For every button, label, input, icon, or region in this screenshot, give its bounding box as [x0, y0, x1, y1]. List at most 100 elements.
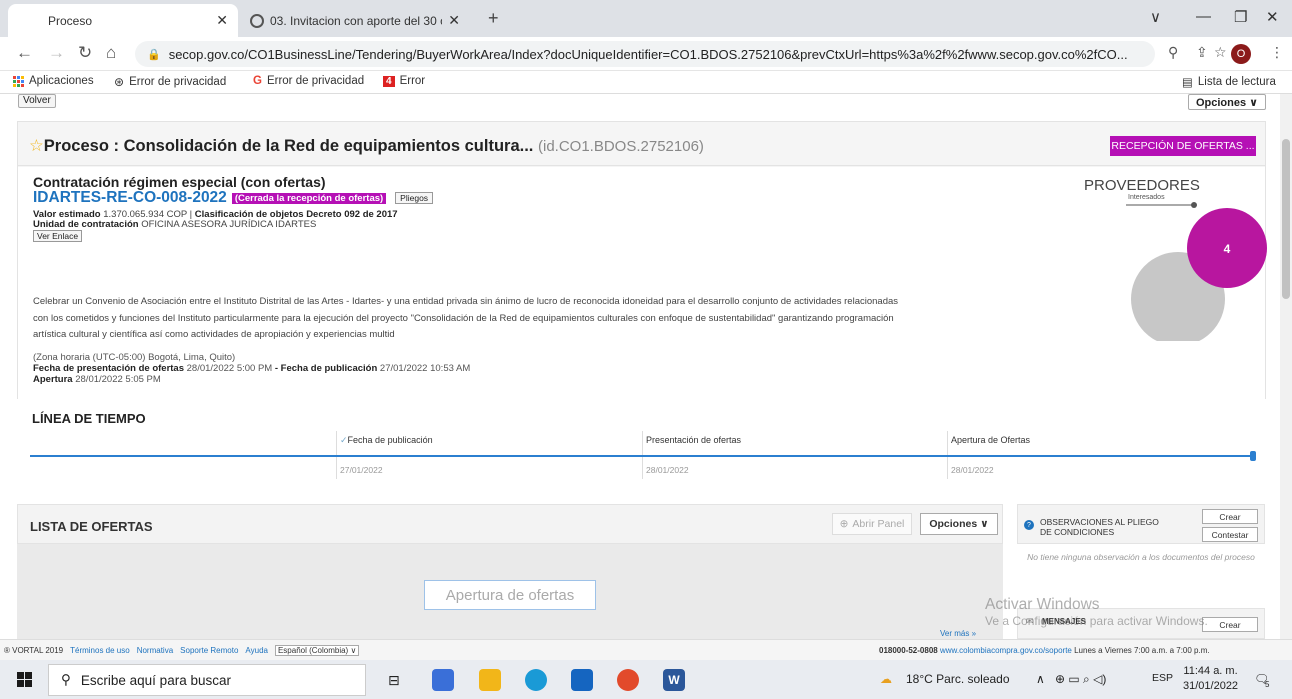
close-icon[interactable]: ✕	[448, 12, 460, 29]
opciones-lista-button[interactable]: Opciones ∨	[920, 513, 998, 535]
timeline-step-date: 28/01/2022	[951, 465, 994, 475]
new-tab-button[interactable]: +	[488, 8, 499, 29]
process-description: Celebrar un Convenio de Asociación entre…	[33, 296, 899, 340]
publicacion-label: Fecha de publicación	[280, 363, 378, 374]
publicacion-value: 27/01/2022 10:53 AM	[379, 363, 471, 374]
tab-invitacion[interactable]: 03. Invitacion con aporte del 30 c ✕	[240, 4, 470, 37]
pliegos-button[interactable]: Pliegos	[395, 192, 434, 204]
scrollbar-thumb[interactable]	[1282, 139, 1290, 299]
google-icon: G	[253, 75, 262, 87]
tray-icons[interactable]: ⊕ ▭ ⌕ ◁)	[1055, 672, 1106, 687]
close-icon[interactable]: ✕	[216, 12, 228, 29]
process-title-text: Proceso : Consolidación de la Red de equ…	[43, 137, 534, 155]
step-label-text: Fecha de publicación	[347, 435, 433, 445]
back-button[interactable]: ←	[16, 43, 33, 63]
proveedores-title: PROVEEDORES	[1084, 177, 1200, 194]
bookmark-error-1[interactable]: ⊛ Error de privacidad	[114, 75, 226, 89]
url-field[interactable]: 🔒 secop.gov.co/CO1BusinessLine/Tendering…	[135, 41, 1155, 67]
bookmark-error-2[interactable]: G Error de privacidad	[253, 75, 364, 87]
timeline-marker	[1250, 451, 1256, 461]
volver-button[interactable]: Volver	[18, 94, 56, 108]
timezone: (Zona horaria (UTC-05:00) Bogotá, Lima, …	[33, 352, 236, 363]
apertura-label: Apertura	[33, 374, 73, 385]
process-title: ☆Proceso : Consolidación de la Red de eq…	[29, 136, 704, 156]
browser-tab-bar: Proceso ✕ 03. Invitacion con aporte del …	[0, 0, 1292, 37]
bookmark-label: Aplicaciones	[29, 75, 94, 87]
reference-status: (Cerrada la recepción de ofertas)	[231, 192, 387, 204]
footer-support-link[interactable]: www.colombiacompra.gov.co/soporte	[940, 646, 1072, 655]
clock-date: 31/01/2022	[1183, 680, 1239, 692]
ver-mas-link[interactable]: Ver más »	[940, 629, 976, 638]
process-card: ☆Proceso : Consolidación de la Red de eq…	[17, 121, 1267, 399]
watermark-line2: Ve a Configuración para activar Windows.	[985, 614, 1208, 628]
minimize-button[interactable]: —	[1196, 8, 1211, 25]
observaciones-header: ? OBSERVACIONES AL PLIEGO DE CONDICIONES…	[1017, 504, 1265, 544]
page-scrollbar[interactable]	[1280, 94, 1292, 639]
reload-button[interactable]: ↻	[78, 43, 92, 63]
observaciones-empty-text: No tiene ninguna observación a los docum…	[1027, 552, 1255, 562]
word-icon[interactable]: W	[663, 669, 685, 691]
edge-icon[interactable]	[525, 669, 547, 691]
footer-link-soporte[interactable]: Soporte Remoto	[180, 646, 238, 655]
profile-avatar[interactable]: O	[1231, 44, 1251, 64]
footer-link-ayuda[interactable]: Ayuda	[245, 646, 268, 655]
zoom-icon[interactable]: ⚲	[1168, 44, 1178, 61]
timeline-step-label: ✓Fecha de publicación	[340, 435, 433, 446]
volver-label: Volver	[23, 95, 51, 106]
language-indicator[interactable]: ESP	[1152, 672, 1173, 684]
opciones-top-button[interactable]: Opciones ∨	[1188, 94, 1266, 110]
tab-proceso[interactable]: Proceso ✕	[8, 4, 238, 37]
tab-title: Proceso	[48, 13, 93, 28]
process-header: ☆Proceso : Consolidación de la Red de eq…	[18, 122, 1265, 166]
bookmark-star-icon[interactable]: ☆	[1214, 44, 1227, 61]
bookmark-error-3[interactable]: 4 Error	[383, 75, 425, 87]
brand-icon: 4	[383, 75, 395, 87]
contestar-button[interactable]: Contestar	[1202, 527, 1258, 542]
status-badge: RECEPCIÓN DE OFERTAS ...	[1110, 136, 1256, 156]
crear-mensaje-button[interactable]: Crear	[1202, 617, 1258, 632]
apertura-value: 28/01/2022 5:05 PM	[75, 374, 161, 385]
close-window-button[interactable]: ✕	[1266, 8, 1279, 26]
reference-code[interactable]: IDARTES-RE-CO-008-2022	[33, 189, 227, 207]
tab-search-icon[interactable]: ∨	[1150, 8, 1161, 26]
weather-text[interactable]: 18°C Parc. soleado	[906, 672, 1010, 686]
page-content: Volver Opciones ∨ ☆Proceso : Consolidaci…	[0, 94, 1280, 639]
url-text: secop.gov.co/CO1BusinessLine/Tendering/B…	[168, 46, 1128, 62]
apertura-ofertas-button[interactable]: Apertura de ofertas	[424, 580, 596, 610]
restore-button[interactable]: ❐	[1234, 8, 1247, 26]
menu-icon[interactable]: ⋮	[1270, 44, 1284, 61]
check-icon: ✓	[340, 435, 348, 445]
share-icon[interactable]: ⇪	[1196, 44, 1208, 61]
globe-icon	[250, 13, 264, 28]
unidad-line: Unidad de contratación OFICINA ASESORA J…	[33, 219, 316, 230]
footer-link-terminos[interactable]: Términos de uso	[70, 646, 130, 655]
ver-enlace-button[interactable]: Ver Enlace	[33, 230, 83, 242]
taskbar-clock[interactable]: 11:44 a. m. 31/01/2022	[1183, 664, 1238, 694]
taskbar-search[interactable]: ⚲ Escribe aquí para buscar	[48, 664, 366, 696]
lista-header: LISTA DE OFERTAS ⊕ Abrir Panel Opciones …	[17, 504, 1003, 544]
crear-observacion-button[interactable]: Crear	[1202, 509, 1258, 524]
abrir-panel-button[interactable]: ⊕ Abrir Panel	[832, 513, 912, 535]
home-button[interactable]: ⌂	[106, 43, 116, 63]
tray-chevron-icon[interactable]: ∧	[1036, 672, 1045, 686]
process-id: (id.CO1.BDOS.2752106)	[538, 138, 704, 155]
presentacion-label: Fecha de presentación de ofertas	[33, 363, 184, 374]
file-explorer-icon[interactable]	[432, 669, 454, 691]
process-body: Contratación régimen especial (con ofert…	[18, 167, 1267, 399]
reading-list[interactable]: ▤ Lista de lectura	[1182, 75, 1276, 89]
language-select[interactable]: Español (Colombia) ∨	[274, 645, 360, 656]
star-icon[interactable]: ☆	[29, 137, 44, 155]
forward-button[interactable]: →	[48, 43, 65, 63]
mail-icon[interactable]	[571, 669, 593, 691]
bookmark-apps[interactable]: Aplicaciones	[13, 75, 94, 87]
chrome-icon[interactable]	[617, 669, 639, 691]
start-button[interactable]	[0, 660, 48, 699]
unidad-value: OFICINA ASESORA JURÍDICA IDARTES	[141, 219, 317, 230]
bookmarks-bar: Aplicaciones ⊛ Error de privacidad G Err…	[0, 71, 1292, 94]
task-view-icon[interactable]: ⊟	[388, 672, 400, 689]
footer-hours: Lunes a Viernes 7:00 a.m. a 7:00 p.m.	[1074, 646, 1210, 655]
footer-link-normativa[interactable]: Normativa	[137, 646, 173, 655]
proveedores-subtitle: Interesados	[1128, 194, 1165, 201]
store-icon[interactable]	[479, 669, 501, 691]
windows-icon	[16, 672, 32, 687]
